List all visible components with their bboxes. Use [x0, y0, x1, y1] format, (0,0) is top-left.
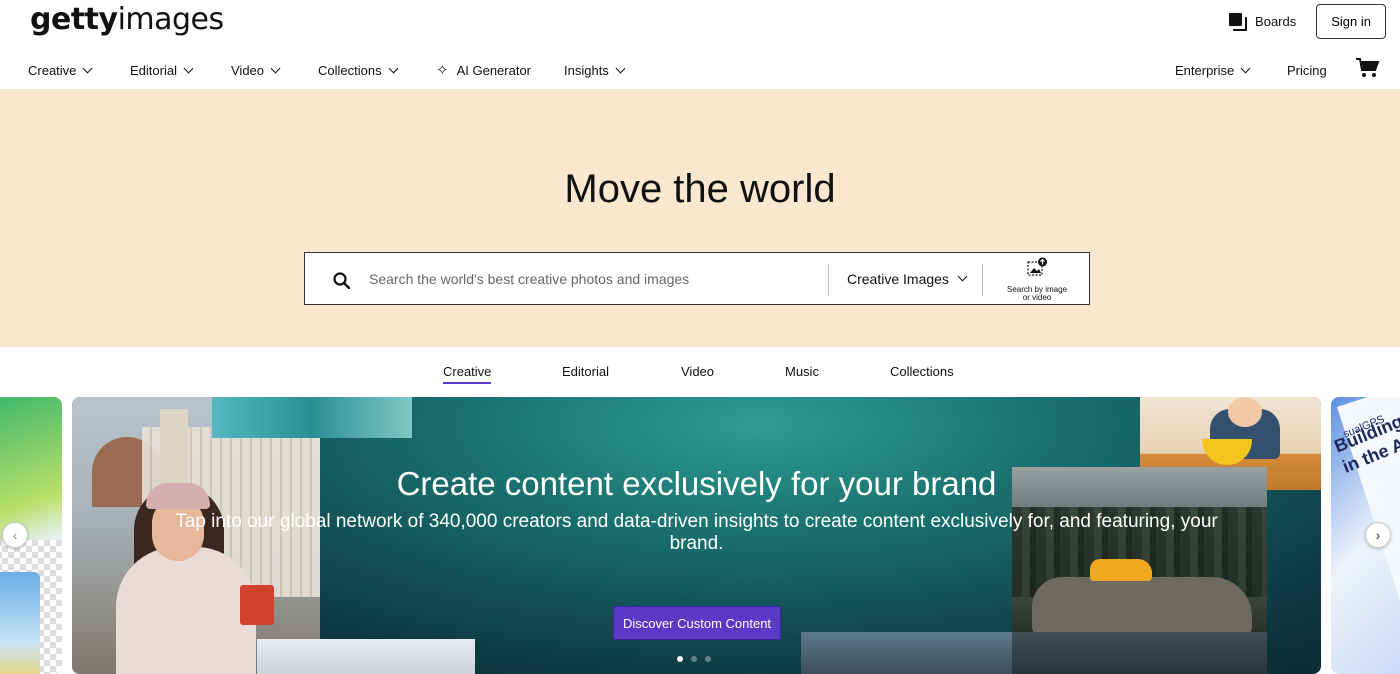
tab-music[interactable]: Music [785, 364, 819, 379]
chevron-down-icon [82, 63, 93, 73]
tab-editorial[interactable]: Editorial [562, 364, 609, 379]
hero-title: Move the world [564, 167, 836, 211]
discover-custom-content-button[interactable]: Discover Custom Content [613, 606, 781, 640]
promo-carousel: Create content exclusively for your bran… [0, 397, 1400, 674]
nav-item-label: AI Generator [456, 62, 532, 78]
chevron-left-icon: ‹ [12, 527, 18, 543]
nav-item-pricing[interactable]: Pricing [1287, 63, 1327, 78]
nav-item-label: Creative [28, 62, 77, 78]
search-divider [828, 264, 829, 296]
nav-item-label: Collections [318, 62, 382, 78]
noodle-cup [240, 585, 274, 625]
nav-item-editorial[interactable]: Editorial [130, 62, 194, 78]
header-actions: Boards Sign in [1229, 4, 1386, 39]
nav-item-label: Video [231, 62, 265, 78]
chevron-down-icon [1240, 63, 1251, 73]
nav-item-label: Pricing [1287, 62, 1327, 78]
photo-underwater [212, 397, 412, 438]
photo-hands [257, 639, 475, 674]
carousel-title: Create content exclusively for your bran… [396, 465, 997, 502]
carousel-subtitle: Tap into our global network of 340,000 c… [175, 511, 1218, 554]
logo-bold-text: getty [30, 2, 118, 37]
sparkle-icon: ✧ [436, 62, 449, 79]
carousel-next-button[interactable]: › [1365, 522, 1391, 548]
carousel-dot-2[interactable] [691, 656, 697, 662]
boards-icon [1229, 13, 1248, 31]
kid-head [1228, 397, 1262, 427]
boards-link[interactable]: Boards [1229, 13, 1297, 31]
main-nav: Creative Editorial Video Collections ✧ A… [0, 52, 1400, 88]
photo-gardener [801, 632, 1012, 674]
nav-item-label: Editorial [130, 62, 177, 78]
nav-item-video[interactable]: Video [231, 62, 281, 78]
chevron-down-icon [615, 63, 626, 73]
search-bar: Creative Images Search by image or video [304, 252, 1090, 305]
chevron-down-icon [388, 63, 399, 73]
sky-image [0, 572, 40, 674]
tab-video[interactable]: Video [681, 364, 714, 379]
carousel-dot-1[interactable] [677, 656, 683, 662]
yellow-car [1090, 559, 1152, 581]
image-upload-icon [1027, 257, 1047, 276]
tab-creative[interactable]: Creative [443, 364, 492, 384]
getty-images-logo[interactable]: gettyimages [30, 2, 224, 37]
nav-item-creative[interactable]: Creative [28, 62, 93, 78]
carousel-dots [677, 656, 711, 662]
nav-item-ai-generator[interactable]: ✧ AI Generator [436, 61, 531, 79]
boards-label: Boards [1255, 14, 1297, 29]
rock [1032, 577, 1252, 637]
hero-banner: Move the world Creative Images Search by… [0, 89, 1400, 347]
carousel-dot-3[interactable] [705, 656, 711, 662]
search-input[interactable] [369, 253, 824, 304]
cart-icon[interactable] [1356, 58, 1380, 78]
nav-item-enterprise[interactable]: Enterprise [1175, 62, 1251, 78]
content-tabs: Creative Editorial Video Music Collectio… [0, 364, 1400, 384]
nav-item-label: Enterprise [1175, 62, 1235, 78]
logo-light-text: images [117, 2, 225, 37]
lake-reflection [1012, 632, 1267, 674]
nav-item-insights[interactable]: Insights [564, 62, 626, 78]
chevron-down-icon [270, 63, 281, 73]
carousel-prev-button[interactable]: ‹ [2, 522, 28, 548]
chevron-down-icon [183, 63, 194, 73]
chevron-right-icon: › [1375, 527, 1381, 543]
search-by-image-label: Search by image or video [1006, 285, 1068, 302]
nav-item-label: Insights [564, 62, 609, 78]
image-type-selected: Creative Images [847, 270, 949, 287]
search-by-image-button[interactable]: Search by image or video [1001, 257, 1073, 302]
nav-item-collections[interactable]: Collections [318, 62, 399, 78]
sign-in-button[interactable]: Sign in [1316, 4, 1386, 39]
tab-collections[interactable]: Collections [890, 364, 954, 379]
image-type-dropdown[interactable]: Creative Images [847, 253, 968, 304]
chevron-down-icon [957, 271, 968, 282]
woman-body [116, 547, 256, 674]
kid-bowl [1202, 439, 1252, 465]
search-divider [982, 264, 983, 296]
search-icon[interactable] [333, 272, 350, 289]
